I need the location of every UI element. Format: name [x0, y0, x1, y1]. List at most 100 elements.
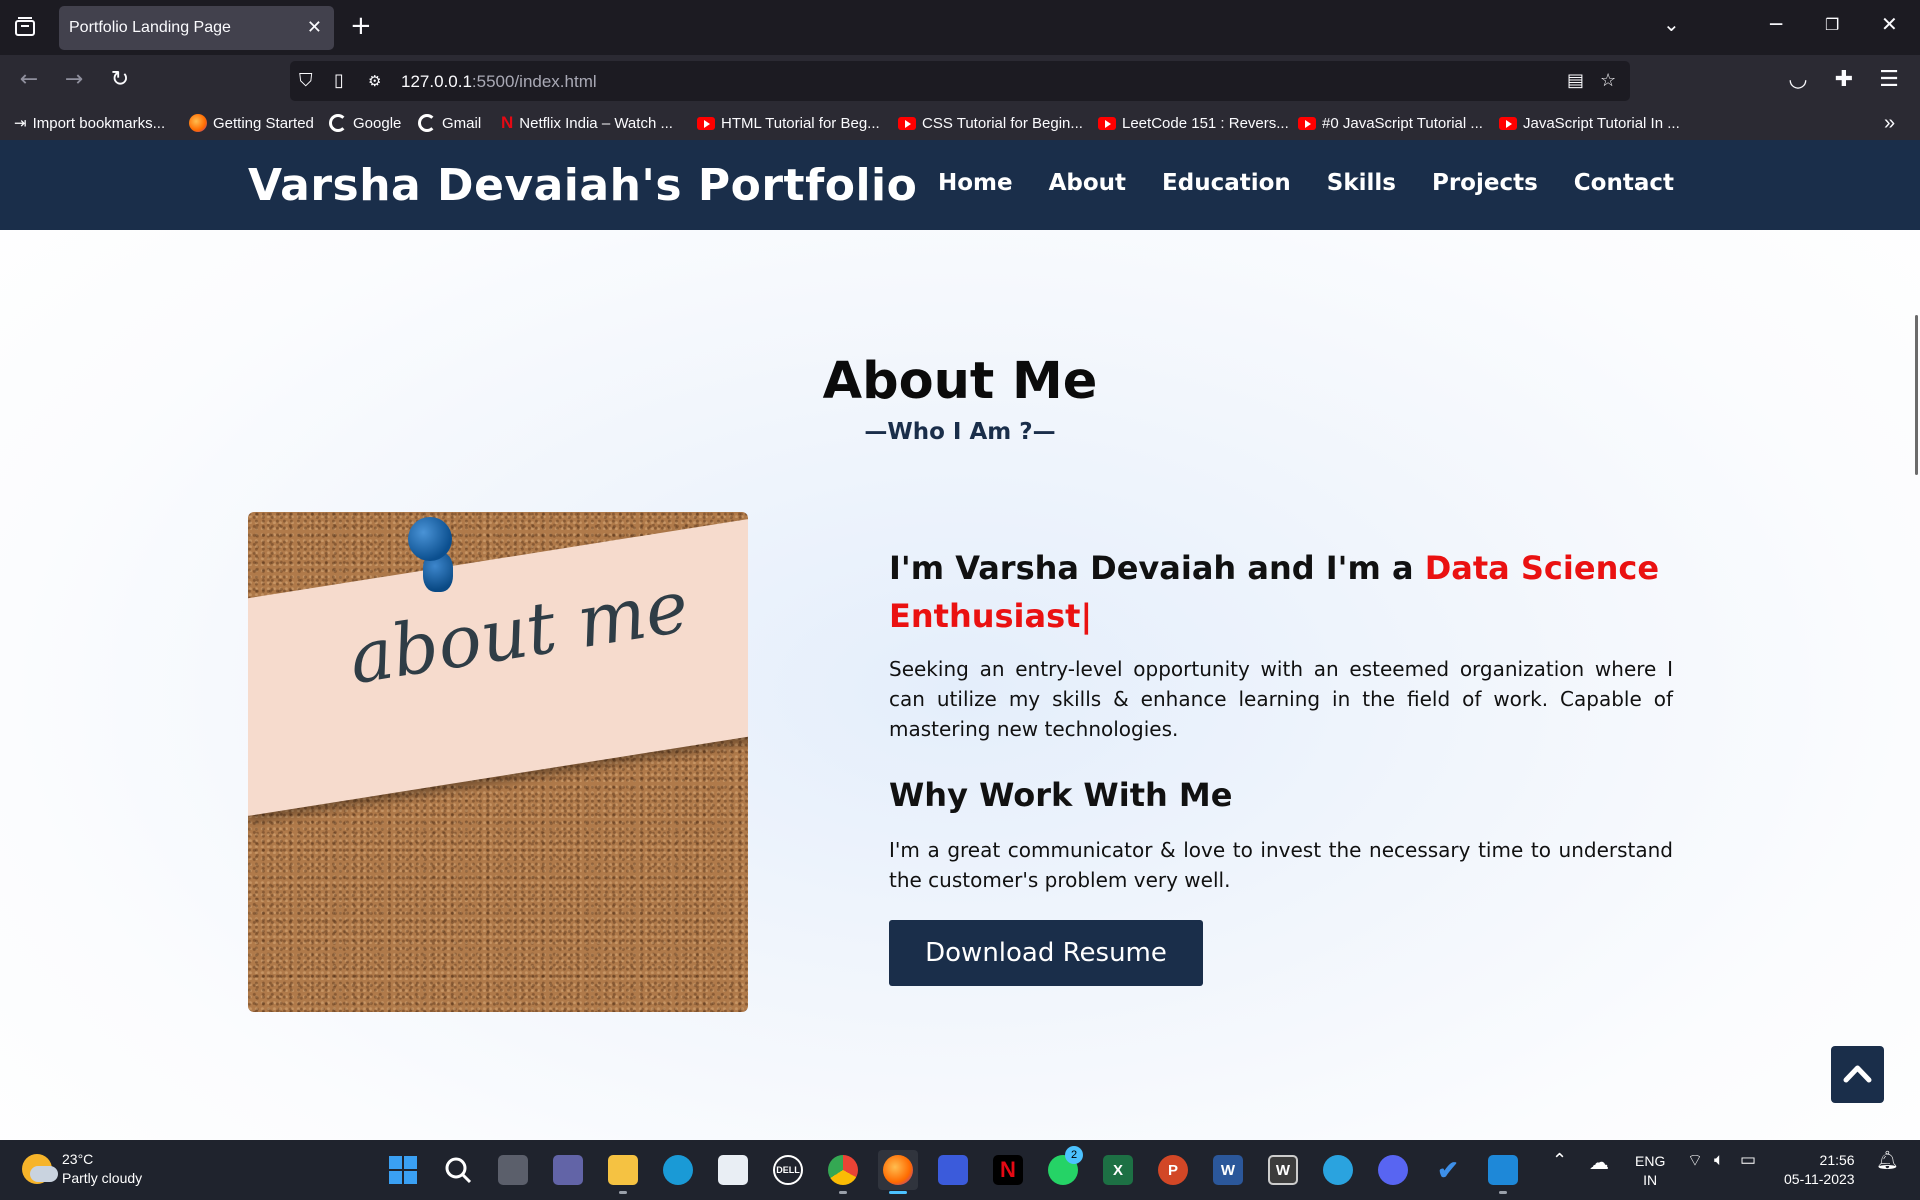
pushpin-head: [408, 517, 452, 561]
minimize-icon[interactable]: ─: [1770, 12, 1782, 36]
page-scrollbar[interactable]: [1915, 315, 1918, 475]
edge-button[interactable]: [658, 1150, 698, 1190]
bookmark-label: Google: [353, 114, 402, 132]
youtube-icon: [898, 116, 916, 130]
folder-icon: [608, 1155, 638, 1185]
store-icon: [718, 1155, 748, 1185]
site-brand[interactable]: Varsha Devaiah's Portfolio: [248, 160, 917, 211]
more-bookmarks-icon[interactable]: »: [1884, 112, 1895, 134]
bookmark-netflix[interactable]: N Netflix India – Watch ...: [501, 112, 673, 134]
search-button[interactable]: [438, 1150, 478, 1190]
nav-projects[interactable]: Projects: [1432, 170, 1538, 196]
url-text[interactable]: 127.0.0.1:5500/index.html: [401, 72, 597, 92]
list-all-tabs-icon[interactable]: [14, 17, 36, 37]
forward-icon[interactable]: →: [61, 67, 87, 93]
dell-button[interactable]: DELL: [768, 1150, 808, 1190]
bookmark-label: HTML Tutorial for Beg...: [721, 114, 880, 132]
bookmark-css-tutorial[interactable]: CSS Tutorial for Begin...: [898, 112, 1083, 134]
clock[interactable]: 21:56 05-11-2023: [1784, 1151, 1855, 1189]
google-icon: [329, 114, 347, 132]
menu-icon[interactable]: ☰: [1876, 67, 1902, 93]
reader-view-icon[interactable]: ▤: [1567, 70, 1584, 91]
nav-home[interactable]: Home: [938, 170, 1013, 196]
whatsapp-button[interactable]: 2: [1043, 1146, 1083, 1190]
notification-bell-icon[interactable]: 🔔︎: [1876, 1150, 1899, 1171]
powerpoint-icon: P: [1158, 1155, 1188, 1185]
start-button[interactable]: [383, 1150, 423, 1190]
file-explorer-button[interactable]: [603, 1150, 643, 1194]
close-tab-icon[interactable]: ✕: [307, 17, 322, 38]
url-path: :5500/index.html: [471, 72, 597, 91]
back-icon[interactable]: ←: [16, 67, 42, 93]
firefox-button[interactable]: [878, 1150, 918, 1194]
bookmark-star-icon[interactable]: ☆: [1600, 70, 1616, 91]
w-app-icon: W: [1268, 1155, 1298, 1185]
netflix-button[interactable]: N: [988, 1150, 1028, 1190]
chrome-button[interactable]: [823, 1150, 863, 1194]
telegram-button[interactable]: [1318, 1150, 1358, 1190]
bookmark-getting-started[interactable]: Getting Started: [189, 112, 314, 134]
permissions-icon[interactable]: ⚙: [368, 72, 381, 90]
powerpoint-button[interactable]: P: [1153, 1150, 1193, 1190]
bookmark-leetcode[interactable]: LeetCode 151 : Revers...: [1098, 112, 1289, 134]
bookmark-js-tutorial[interactable]: JavaScript Tutorial In ...: [1499, 112, 1680, 134]
new-tab-icon[interactable]: +: [350, 12, 372, 40]
shield-icon[interactable]: ⛉: [299, 70, 313, 91]
page-icon[interactable]: ▯: [334, 70, 344, 91]
google-icon: [418, 114, 436, 132]
teams-button[interactable]: [548, 1150, 588, 1190]
excel-button[interactable]: X: [1098, 1150, 1138, 1190]
nav-education[interactable]: Education: [1162, 170, 1291, 196]
bookmark-google[interactable]: Google: [329, 112, 401, 134]
volume-icon[interactable]: 🔈︎: [1714, 1150, 1724, 1170]
firefox-icon: [883, 1155, 913, 1185]
battery-icon[interactable]: ▭: [1740, 1150, 1756, 1170]
checkmark-icon: ✔: [1437, 1154, 1459, 1185]
app-button[interactable]: [933, 1150, 973, 1190]
store-button[interactable]: [713, 1150, 753, 1190]
bookmark-import[interactable]: ⇥ Import bookmarks...: [14, 112, 165, 134]
wifi-icon[interactable]: ⌔: [1687, 1150, 1703, 1171]
web-page: Varsha Devaiah's Portfolio Home About Ed…: [0, 140, 1920, 1140]
word-button[interactable]: W: [1208, 1150, 1248, 1190]
vscode-button[interactable]: [1483, 1150, 1523, 1194]
weather-widget[interactable]: 23°C Partly cloudy: [22, 1150, 142, 1188]
chevron-up-icon[interactable]: ⌃: [1552, 1150, 1567, 1171]
back-to-top-button[interactable]: [1831, 1046, 1884, 1103]
browser-tab[interactable]: Portfolio Landing Page ✕: [59, 6, 334, 50]
nav-contact[interactable]: Contact: [1574, 170, 1674, 196]
language-indicator[interactable]: ENG IN: [1635, 1152, 1665, 1190]
bookmark-label: CSS Tutorial for Begin...: [922, 114, 1083, 132]
bookmark-js-tutorial-0[interactable]: #0 JavaScript Tutorial ...: [1298, 112, 1483, 134]
site-header: Varsha Devaiah's Portfolio Home About Ed…: [0, 140, 1920, 230]
browser-tab-bar: Portfolio Landing Page ✕ + ⌄ ─ ❐ ✕: [0, 0, 1920, 55]
task-view-button[interactable]: [493, 1150, 533, 1190]
bookmark-gmail[interactable]: Gmail: [418, 112, 481, 134]
close-window-icon[interactable]: ✕: [1881, 12, 1898, 36]
chevron-down-icon[interactable]: ⌄: [1663, 12, 1680, 36]
lang-line1: ENG: [1635, 1153, 1666, 1169]
bookmark-html-tutorial[interactable]: HTML Tutorial for Beg...: [697, 112, 880, 134]
about-paragraph: Seeking an entry-level opportunity with …: [889, 657, 1673, 741]
discord-button[interactable]: [1373, 1150, 1413, 1190]
task-view-icon: [498, 1155, 528, 1185]
app-w-button[interactable]: W: [1263, 1150, 1303, 1190]
onedrive-icon[interactable]: ☁: [1589, 1150, 1609, 1175]
nav-skills[interactable]: Skills: [1327, 170, 1396, 196]
partly-cloudy-icon: [22, 1154, 58, 1184]
site-nav: Home About Education Skills Projects Con…: [938, 170, 1674, 196]
address-bar[interactable]: ⛉ ▯ ⚙ 127.0.0.1:5500/index.html ▤ ☆: [290, 61, 1630, 101]
why-work-title: Why Work With Me: [889, 776, 1233, 814]
netflix-icon: N: [501, 113, 514, 132]
youtube-icon: [1499, 116, 1517, 130]
restore-icon[interactable]: ❐: [1825, 15, 1839, 34]
download-resume-button[interactable]: Download Resume: [889, 920, 1203, 986]
bookmarks-toolbar: ⇥ Import bookmarks... Getting Started Go…: [0, 106, 1920, 140]
nav-about[interactable]: About: [1049, 170, 1126, 196]
about-title: About Me: [822, 352, 1098, 411]
todo-button[interactable]: ✔: [1428, 1150, 1468, 1190]
telegram-icon: [1323, 1155, 1353, 1185]
pocket-icon[interactable]: ◡: [1785, 67, 1811, 93]
reload-icon[interactable]: ↻: [107, 67, 133, 93]
extensions-icon[interactable]: ✚: [1831, 67, 1857, 93]
